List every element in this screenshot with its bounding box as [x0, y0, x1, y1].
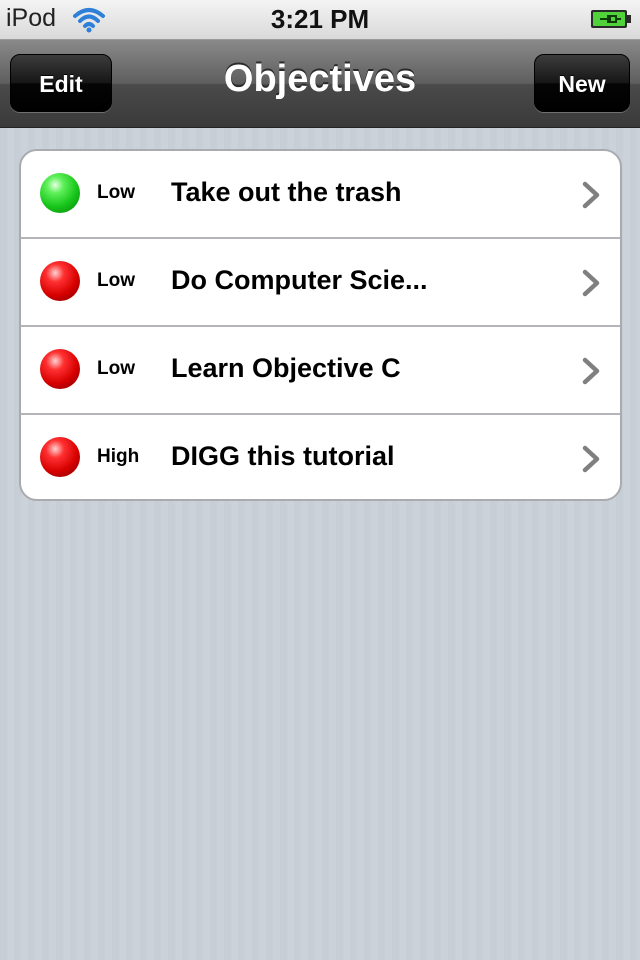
- new-button[interactable]: New: [534, 54, 630, 112]
- navigation-bar: Edit Objectives New: [0, 40, 640, 128]
- table-row[interactable]: Low Do Computer Scie...: [21, 239, 620, 327]
- page-title: Objectives: [223, 58, 417, 100]
- objective-title: Do Computer Scie...: [171, 265, 428, 295]
- red-status-ball-icon: [40, 349, 80, 389]
- chevron-right-icon: [582, 269, 600, 297]
- chevron-right-icon: [582, 181, 600, 209]
- green-status-ball-icon: [40, 173, 80, 213]
- table-row[interactable]: High DIGG this tutorial: [21, 415, 620, 499]
- status-bar: iPod 3:21 PM: [0, 0, 640, 40]
- objective-title: Learn Objective C: [171, 353, 401, 383]
- red-status-ball-icon: [40, 437, 80, 477]
- objective-title: DIGG this tutorial: [171, 441, 395, 471]
- table-row[interactable]: Low Learn Objective C: [21, 327, 620, 415]
- carrier-label: iPod: [6, 4, 57, 32]
- wifi-icon: [73, 8, 105, 33]
- battery-charging-icon: [591, 10, 631, 28]
- chevron-right-icon: [582, 357, 600, 385]
- table-row[interactable]: Low Take out the trash: [21, 151, 620, 239]
- objective-title: Take out the trash: [171, 177, 402, 207]
- priority-label: Low: [97, 182, 135, 203]
- chevron-right-icon: [582, 445, 600, 473]
- priority-label: Low: [97, 270, 135, 291]
- priority-label: High: [97, 446, 140, 467]
- red-status-ball-icon: [40, 261, 80, 301]
- edit-button[interactable]: Edit: [10, 54, 112, 112]
- priority-label: Low: [97, 358, 135, 379]
- objectives-table: Low Take out the trash Low Do Computer S…: [19, 149, 622, 501]
